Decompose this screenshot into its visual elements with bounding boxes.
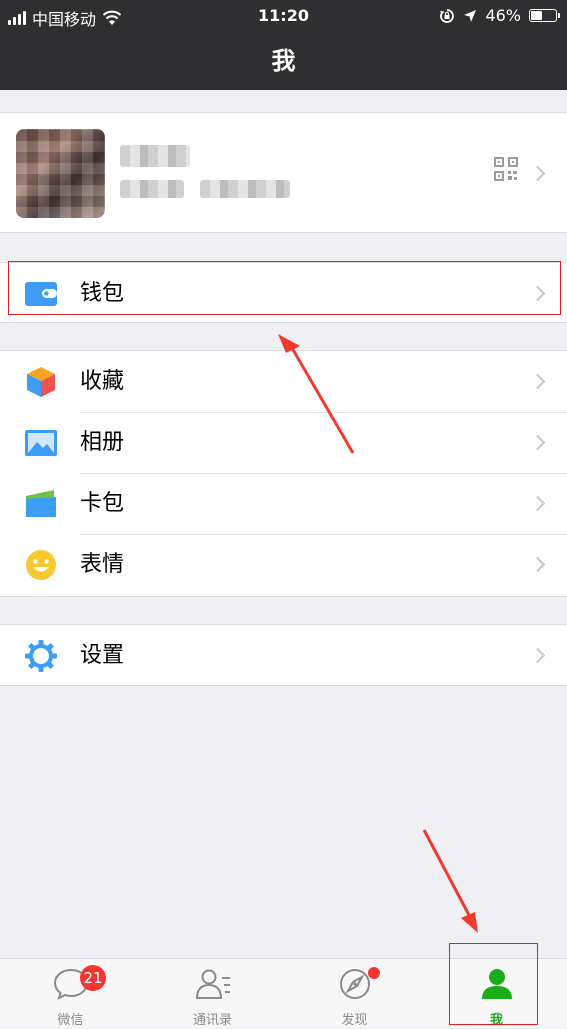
picture-icon — [25, 430, 57, 456]
gear-icon — [25, 640, 57, 672]
cube-icon — [27, 367, 55, 397]
menu-item-stickers[interactable]: 表情 — [0, 534, 567, 595]
nav-bar: 我 — [0, 32, 567, 90]
tab-chats[interactable]: 21 微信 — [0, 959, 141, 1029]
smiley-icon — [26, 550, 56, 580]
tab-contacts[interactable]: 通讯录 — [142, 959, 283, 1029]
menu-label-album: 相册 — [80, 430, 125, 455]
menu-label-settings: 设置 — [80, 643, 125, 668]
contacts-icon — [195, 969, 230, 999]
annotation-arrowhead-me-tab — [461, 912, 478, 933]
content-group: 收藏 相册 卡包 表情 — [0, 350, 567, 597]
status-right: 46% — [439, 6, 560, 25]
chevron-right-icon — [529, 373, 546, 390]
qr-code-icon[interactable] — [494, 157, 518, 181]
annotation-arrow-me-tab — [422, 829, 471, 916]
location-icon — [464, 9, 477, 22]
chevron-right-icon — [529, 556, 546, 573]
blurred-account-id — [120, 180, 184, 198]
menu-item-favorites[interactable]: 收藏 — [0, 351, 567, 412]
settings-group: 设置 — [0, 624, 567, 686]
menu-item-album[interactable]: 相册 — [0, 412, 567, 473]
tab-label-contacts: 通讯录 — [192, 1013, 232, 1028]
profile-card[interactable] — [0, 112, 567, 233]
menu-label-cards: 卡包 — [80, 491, 125, 516]
blurred-nickname — [120, 145, 190, 167]
chevron-right-icon — [529, 647, 546, 664]
menu-label-favorites: 收藏 — [80, 369, 125, 394]
menu-label-stickers: 表情 — [80, 552, 125, 577]
annotation-highlight-wallet — [8, 261, 561, 315]
status-bar: 中国移动 11:20 46% — [0, 0, 567, 32]
tab-label-discover: 发现 — [341, 1013, 368, 1028]
menu-item-cards[interactable]: 卡包 — [0, 473, 567, 534]
page-title: 我 — [271, 47, 296, 75]
menu-item-settings[interactable]: 设置 — [0, 625, 567, 686]
chevron-right-icon — [529, 495, 546, 512]
annotation-highlight-me-tab — [449, 943, 538, 1025]
tab-discover[interactable]: 发现 — [284, 959, 425, 1029]
rotation-lock-icon — [440, 8, 455, 23]
battery-icon — [529, 9, 560, 22]
avatar — [16, 129, 105, 218]
card-icon — [26, 490, 56, 517]
battery-percent: 46% — [485, 6, 521, 25]
new-content-dot — [368, 967, 380, 979]
chevron-right-icon — [529, 434, 546, 451]
unread-badge: 21 — [80, 965, 106, 991]
tab-label-chats: 微信 — [57, 1013, 84, 1028]
blurred-account-id-value — [200, 180, 290, 198]
